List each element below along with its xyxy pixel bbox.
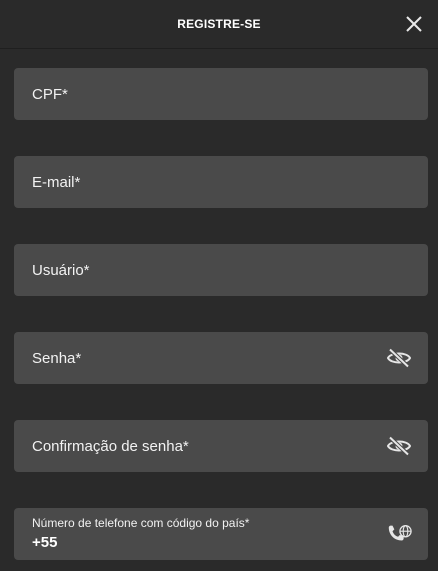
cpf-field[interactable]: CPF* [14, 68, 428, 120]
password-field[interactable]: Senha* [14, 332, 428, 384]
close-button[interactable] [402, 12, 426, 36]
username-label: Usuário* [32, 261, 90, 279]
email-label: E-mail* [32, 173, 81, 191]
eye-off-icon [387, 348, 411, 368]
page-title: REGISTRE-SE [177, 17, 261, 31]
password-visibility-toggle[interactable] [386, 347, 412, 369]
confirm-password-visibility-toggle[interactable] [386, 435, 412, 457]
phone-field[interactable]: Número de telefone com código do país* +… [14, 508, 428, 560]
username-field[interactable]: Usuário* [14, 244, 428, 296]
password-label: Senha* [32, 349, 82, 367]
eye-off-icon [387, 436, 411, 456]
confirm-password-label: Confirmação de senha* [32, 437, 189, 455]
cpf-label: CPF* [32, 85, 68, 103]
register-form: CPF* E-mail* Usuário* Senha* Confirmação… [0, 68, 438, 560]
phone-label: Número de telefone com código do país* [32, 516, 250, 530]
close-icon [406, 16, 422, 32]
phone-globe-icon [388, 524, 412, 541]
phone-country-code: +55 [32, 534, 58, 551]
confirm-password-field[interactable]: Confirmação de senha* [14, 420, 428, 472]
phone-country-button[interactable] [386, 523, 412, 545]
modal-header: REGISTRE-SE [0, 0, 438, 49]
email-field[interactable]: E-mail* [14, 156, 428, 208]
